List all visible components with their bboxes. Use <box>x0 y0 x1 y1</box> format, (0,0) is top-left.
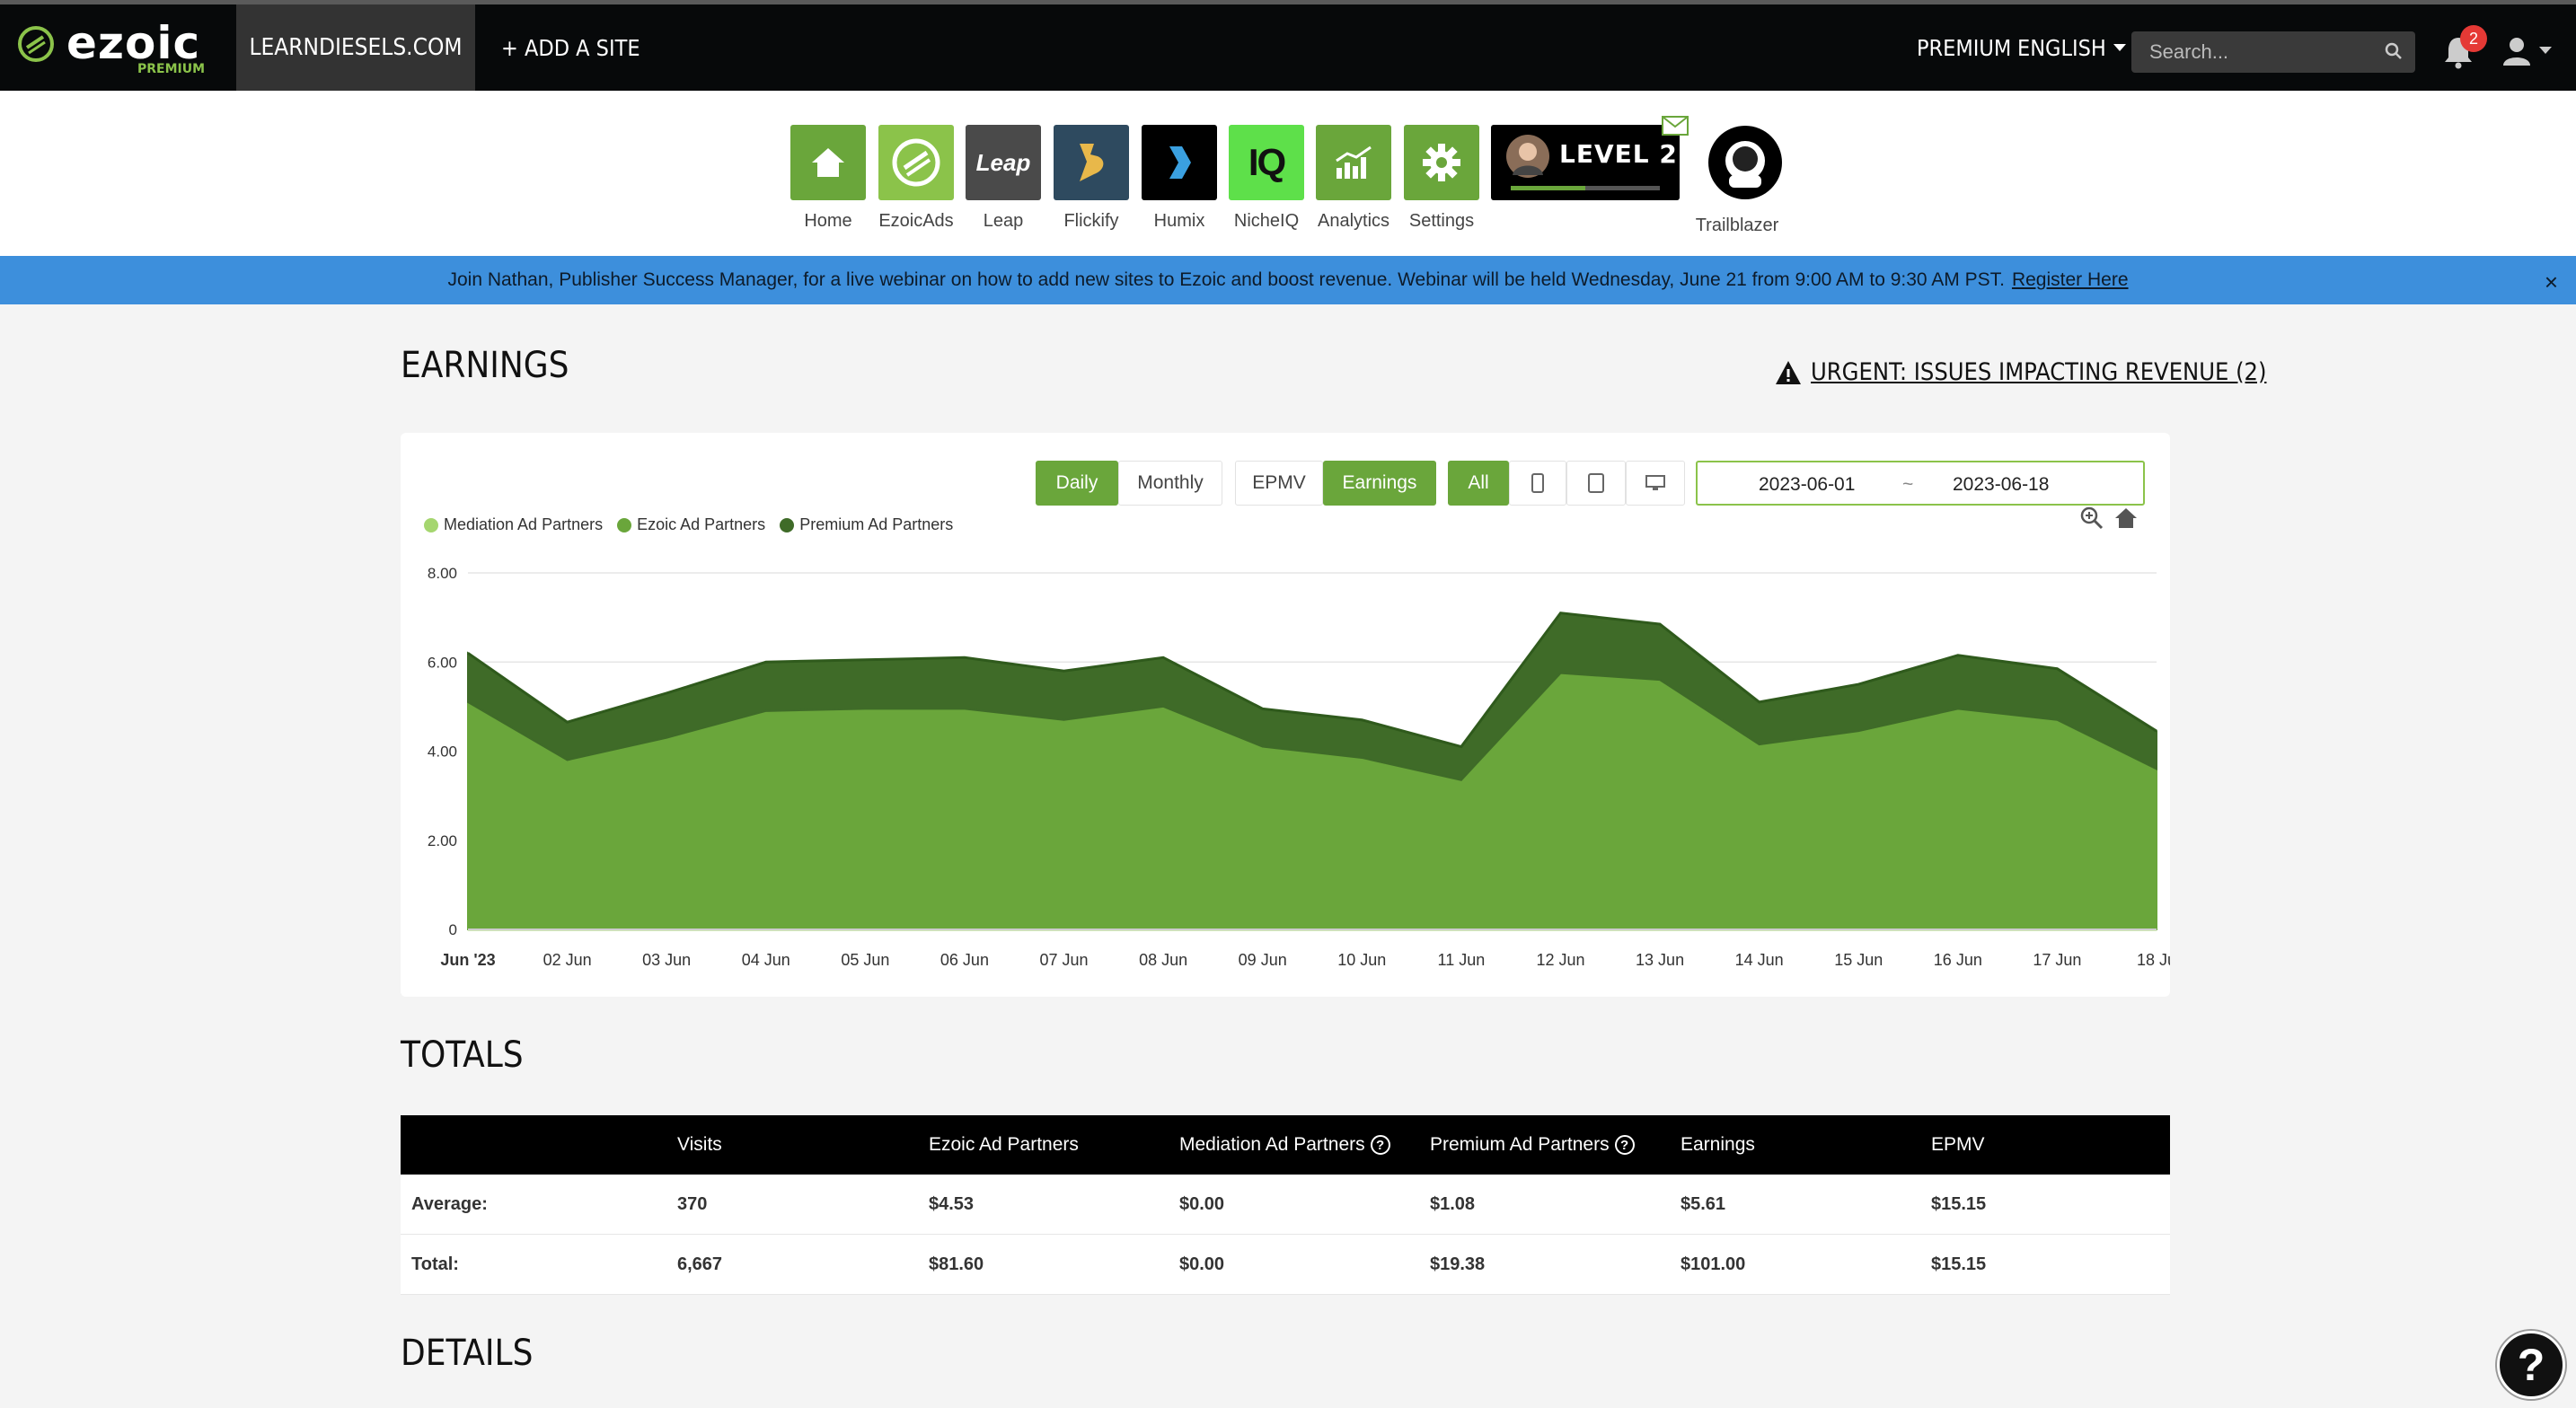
webinar-banner: Join Nathan, Publisher Success Manager, … <box>0 256 2576 304</box>
top-navbar: ezoic PREMIUM LEARNDIESELS.COM + ADD A S… <box>0 0 2576 91</box>
home-icon <box>790 125 866 200</box>
row-label: Average: <box>411 1193 488 1214</box>
ezoic-logo[interactable]: ezoic PREMIUM <box>16 17 214 80</box>
x-tick-label: 16 Jun <box>1934 951 1982 969</box>
table-cell: $0.00 <box>1179 1193 1225 1214</box>
search-icon[interactable] <box>2385 42 2403 60</box>
gear-icon <box>1404 125 1479 200</box>
help-button[interactable]: ? <box>2497 1331 2565 1399</box>
user-menu[interactable] <box>2501 35 2552 66</box>
table-header: Visits Ezoic Ad Partners Mediation Ad Pa… <box>401 1115 2170 1175</box>
x-tick-label: 06 Jun <box>940 951 989 969</box>
app-launcher-bar: Home EzoicAds Leap Leap Flickify Humix I… <box>0 91 2576 256</box>
column-header: Visits <box>677 1134 722 1155</box>
app-label: Settings <box>1408 211 1475 231</box>
earnings-area-chart: 0 2.00 4.00 6.00 8.00 Jun '23 02 Jun 03 Jun 04 J… <box>428 565 2170 969</box>
row-label: Total: <box>411 1254 459 1274</box>
earnings-title: EARNINGS <box>401 345 569 386</box>
app-label: Trailblazer <box>1695 216 1779 235</box>
column-header: Earnings <box>1681 1134 1755 1155</box>
x-tick-label: 07 Jun <box>1040 951 1089 969</box>
notification-badge: 2 <box>2460 25 2487 52</box>
add-site-link[interactable]: + ADD A SITE <box>501 4 640 91</box>
ezoic-icon <box>878 125 954 200</box>
search-input[interactable] <box>2131 31 2374 73</box>
user-icon <box>2503 38 2530 66</box>
x-tick-label: 08 Jun <box>1139 951 1187 969</box>
totals-table: Visits Ezoic Ad Partners Mediation Ad Pa… <box>401 1115 2170 1295</box>
x-tick-label: 02 Jun <box>543 951 592 969</box>
banner-text: Join Nathan, Publisher Success Manager, … <box>447 269 2005 290</box>
x-tick-label: 14 Jun <box>1735 951 1784 969</box>
x-tick-label: 10 Jun <box>1337 951 1386 969</box>
ezoic-logo-icon <box>18 26 54 62</box>
table-cell: 6,667 <box>677 1254 723 1274</box>
nicheiq-icon: IQ <box>1229 125 1304 200</box>
level-text: LEVEL 2 <box>1559 139 1678 169</box>
x-tick-label: Jun '23 <box>440 951 495 969</box>
table-cell: $101.00 <box>1681 1254 1746 1274</box>
x-tick-label: 05 Jun <box>841 951 889 969</box>
search-box <box>2131 31 2415 73</box>
column-header: Premium Ad Partners? <box>1430 1115 1635 1175</box>
x-tick-label: 15 Jun <box>1834 951 1883 969</box>
table-cell: $15.15 <box>1931 1254 1987 1274</box>
earnings-chart-card: Daily Monthly EPMV Earnings All 2023-06-… <box>401 433 2170 997</box>
y-tick-label: 6.00 <box>428 654 457 671</box>
column-header: Ezoic Ad Partners <box>929 1134 1079 1155</box>
register-link[interactable]: Register Here <box>2012 269 2129 291</box>
app-settings[interactable]: Settings <box>1404 125 1479 232</box>
analytics-icon <box>1316 125 1391 200</box>
x-tick-label: 17 Jun <box>2033 951 2081 969</box>
language-label: ENGLISH <box>2017 34 2106 61</box>
x-tick-label: 13 Jun <box>1636 951 1684 969</box>
table-cell: $1.08 <box>1430 1193 1476 1214</box>
humix-icon <box>1142 125 1217 200</box>
level-progress-fill <box>1511 186 1585 190</box>
urgent-text: URGENT: ISSUES IMPACTING REVENUE (2) <box>1811 358 2267 386</box>
x-tick-label: 12 Jun <box>1536 951 1584 969</box>
leap-icon: Leap <box>966 125 1041 200</box>
details-title: DETAILS <box>401 1333 534 1374</box>
table-cell: $15.15 <box>1931 1193 1987 1214</box>
help-icon[interactable]: ? <box>1614 1135 1635 1155</box>
table-cell: $4.53 <box>929 1193 975 1214</box>
language-dropdown[interactable]: ENGLISH <box>2017 4 2126 91</box>
column-header: Mediation Ad Partners? <box>1179 1115 1390 1175</box>
urgent-issues-link[interactable]: URGENT: ISSUES IMPACTING REVENUE (2) <box>1775 358 2266 386</box>
totals-title: TOTALS <box>401 1034 524 1076</box>
warning-icon <box>1776 360 1801 384</box>
table-row: Total: 6,667 $81.60 $0.00 $19.38 $101.00… <box>401 1235 2170 1295</box>
close-icon[interactable]: × <box>2545 268 2558 296</box>
table-cell: $19.38 <box>1430 1254 1486 1274</box>
site-tab[interactable]: LEARNDIESELS.COM <box>236 4 475 91</box>
x-tick-label: 09 Jun <box>1239 951 1287 969</box>
table-cell: $81.60 <box>929 1254 984 1274</box>
astronaut-icon <box>1708 126 1782 199</box>
y-tick-label: 8.00 <box>428 565 457 582</box>
avatar <box>1506 135 1549 178</box>
level-badge[interactable]: LEVEL 2 <box>1491 116 1689 200</box>
help-icon[interactable]: ? <box>1370 1135 1390 1155</box>
y-tick-label: 2.00 <box>428 832 457 849</box>
chevron-down-icon <box>2113 44 2126 51</box>
x-tick-label: 04 Jun <box>742 951 790 969</box>
app-trailblazer[interactable]: Trailblazer <box>1683 125 1791 236</box>
table-cell: $0.00 <box>1179 1254 1225 1274</box>
logo-premium-label: PREMIUM <box>137 62 206 76</box>
table-row: Average: 370 $4.53 $0.00 $1.08 $5.61 $15… <box>401 1175 2170 1235</box>
table-cell: 370 <box>677 1193 708 1214</box>
column-header: EPMV <box>1931 1134 1985 1155</box>
chevron-down-icon <box>2539 47 2552 54</box>
flickify-icon <box>1054 125 1129 200</box>
y-tick-label: 4.00 <box>428 744 457 761</box>
x-tick-label: 11 Jun <box>1438 951 1486 969</box>
table-cell: $5.61 <box>1681 1193 1726 1214</box>
x-tick-label: 18 Ju <box>2137 951 2170 969</box>
premium-link[interactable]: PREMIUM <box>1917 4 2011 91</box>
x-tick-label: 03 Jun <box>642 951 691 969</box>
y-tick-label: 0 <box>449 921 457 938</box>
